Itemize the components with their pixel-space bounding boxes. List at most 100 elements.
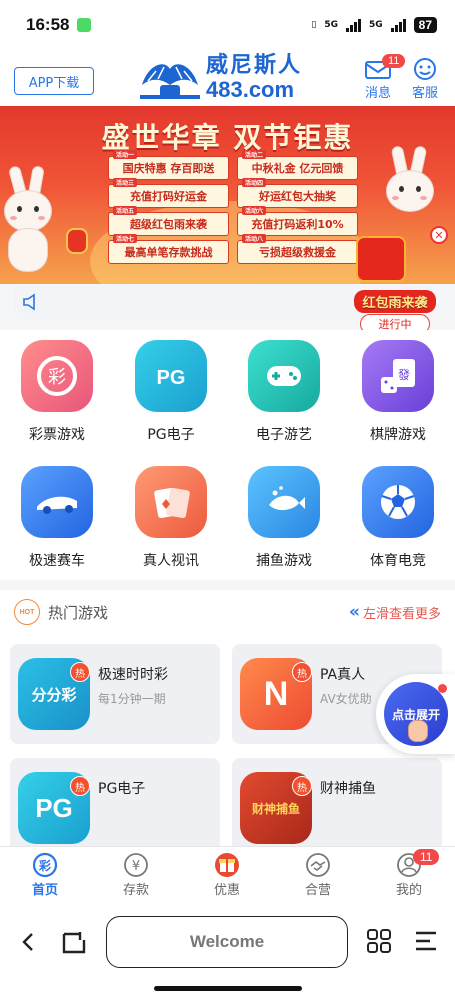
speaker-icon: [23, 293, 35, 311]
activity-7[interactable]: 活动七 最高单笔存款挑战: [108, 234, 229, 264]
network-5g-label-2: 5G: [368, 20, 383, 30]
tab-label: 首页: [31, 883, 58, 898]
menu-icon[interactable]: [414, 930, 438, 952]
activity-8[interactable]: 活动八 亏损超级救援金: [237, 234, 358, 264]
activity-6[interactable]: 活动六 充值打码返利10%: [237, 206, 358, 236]
customer-service-button[interactable]: 客服: [405, 56, 445, 101]
tab-deposit[interactable]: ¥ 存款: [96, 851, 176, 898]
see-more-link[interactable]: ‹‹ 左滑查看更多: [349, 602, 441, 622]
category-grid: 彩 彩票游戏 PG PG电子 电子游艺 發 棋牌游戏 极速赛车 真人视讯 捕鱼游…: [0, 330, 455, 580]
svg-text:彩: 彩: [38, 858, 51, 873]
home-indicator: [154, 986, 302, 991]
category-slots[interactable]: 电子游艺: [234, 340, 334, 444]
back-icon[interactable]: [18, 930, 40, 954]
fish-icon: [248, 466, 320, 538]
signal-icon-2: [390, 18, 406, 32]
soccer-icon: [362, 466, 434, 538]
floating-expand-button[interactable]: 点击展开: [376, 674, 455, 754]
category-lottery[interactable]: 彩 彩票游戏: [7, 340, 107, 444]
hot-tag: 热: [292, 662, 312, 682]
double-chevron-left-icon: ‹‹: [348, 602, 360, 622]
game-desc: 每1分钟一期: [98, 692, 166, 706]
handshake-icon: [306, 853, 330, 877]
tabs-icon[interactable]: [60, 928, 88, 956]
category-sports[interactable]: 体育电竞: [348, 466, 448, 570]
game-name: 财神捕鱼: [320, 781, 376, 797]
category-label: 电子游艺: [256, 427, 312, 443]
service-label: 客服: [411, 86, 438, 101]
game-card-sscai[interactable]: 分分彩 热 极速时时彩 每1分钟一期: [10, 644, 220, 744]
screen: 16:58 ▯ 5G 5G 87 APP下载 威尼斯人 483.com 11 消…: [0, 0, 455, 1000]
app-header: APP下载 威尼斯人 483.com 11 消息 客服: [0, 50, 455, 106]
game-card-pg[interactable]: PG 热 PG电子: [10, 758, 220, 858]
tab-partnership[interactable]: 合营: [278, 851, 358, 898]
bottom-tab-bar: 彩 首页 ¥ 存款 优惠 合营 11 我的: [0, 846, 455, 910]
winged-lion-logo-icon: [140, 64, 200, 99]
game-name: 极速时时彩: [98, 667, 168, 683]
pg-icon: PG: [135, 340, 207, 412]
vibrate-icon: ▯: [311, 20, 317, 30]
red-rain-widget[interactable]: 红包雨来袭 进行中: [354, 290, 436, 334]
svg-text:PG: PG: [157, 367, 186, 389]
status-indicators: ▯ 5G 5G 87: [311, 17, 437, 33]
activity-2[interactable]: 活动二 中秋礼金 亿元回馈: [237, 150, 358, 180]
deposit-icon: ¥: [124, 853, 148, 877]
activity-1[interactable]: 活动一 国庆特惠 存百即送: [108, 150, 229, 180]
logo-chinese-name: 威尼斯人: [206, 53, 303, 78]
category-label: 捕鱼游戏: [256, 553, 312, 569]
tab-profile[interactable]: 11 我的: [369, 849, 449, 898]
category-live[interactable]: 真人视讯: [121, 466, 221, 570]
hot-games-title: 热门游戏: [48, 603, 109, 622]
logo-domain: 483.com: [206, 77, 295, 102]
game-name: PA真人: [320, 667, 366, 683]
home-lottery-icon: 彩: [32, 852, 58, 878]
svg-text:¥: ¥: [132, 859, 140, 874]
hot-games-header: HOT 热门游戏 ‹‹ 左滑查看更多: [0, 590, 455, 634]
tab-label: 优惠: [213, 883, 240, 898]
category-chess[interactable]: 發 棋牌游戏: [348, 340, 448, 444]
messages-button[interactable]: 11 消息: [358, 54, 406, 101]
activity-5[interactable]: 活动五 超级红包雨来袭: [108, 206, 229, 236]
tab-label: 我的: [395, 883, 422, 898]
network-5g-label-1: 5G: [324, 20, 338, 30]
activity-grid: 活动一 国庆特惠 存百即送 活动二 中秋礼金 亿元回馈 活动三 充值打码好运金 活动四…: [108, 150, 358, 264]
category-label: PG电子: [147, 427, 195, 443]
tab-label: 合营: [304, 883, 331, 898]
hot-icon: HOT: [14, 599, 40, 625]
messages-badge: 11: [382, 54, 406, 68]
signal-icon-1: [345, 18, 361, 32]
profile-badge: 11: [413, 849, 440, 865]
cards-icon: [135, 466, 207, 538]
category-racing[interactable]: 极速赛车: [7, 466, 107, 570]
tab-promotions[interactable]: 优惠: [187, 851, 267, 898]
game-name: PG电子: [98, 781, 146, 797]
racecar-icon: [21, 466, 93, 538]
red-envelope-icon: [356, 236, 406, 282]
category-fishing[interactable]: 捕鱼游戏: [234, 466, 334, 570]
category-label: 彩票游戏: [29, 427, 85, 443]
activity-4[interactable]: 活动四 好运红包大抽奖: [237, 178, 358, 208]
status-time: 16:58: [26, 15, 70, 34]
banner-close-icon[interactable]: ✕: [430, 226, 448, 244]
game-card-caishen-fishing[interactable]: 财神捕鱼 热 财神捕鱼: [232, 758, 442, 858]
tab-home[interactable]: 彩 首页: [5, 851, 85, 898]
activity-3[interactable]: 活动三 充值打码好运金: [108, 178, 229, 208]
notification-dot: [438, 684, 447, 693]
hot-tag: 热: [70, 776, 90, 796]
status-bar: 16:58 ▯ 5G 5G 87: [0, 0, 455, 50]
category-label: 真人视讯: [143, 553, 199, 569]
address-bar[interactable]: Welcome: [106, 916, 348, 968]
see-more-label: 左滑查看更多: [362, 606, 441, 622]
category-label: 体育电竞: [370, 553, 426, 569]
apps-grid-icon[interactable]: [366, 928, 392, 954]
red-rain-title: 红包雨来袭: [354, 290, 436, 313]
category-pg[interactable]: PG PG电子: [121, 340, 221, 444]
svg-text:發: 發: [398, 367, 410, 382]
promo-banner[interactable]: 盛世华章 双节钜惠 活动一 国庆特惠 存百即送 活动二 中秋礼金 亿元回馈 活动三充…: [0, 106, 455, 284]
category-label: 极速赛车: [29, 553, 85, 569]
battery-indicator: 87: [413, 17, 437, 33]
hot-tag: 热: [70, 662, 90, 682]
app-download-button[interactable]: APP下载: [14, 67, 94, 95]
messages-label: 消息: [364, 86, 391, 101]
hot-tag: 热: [292, 776, 312, 796]
